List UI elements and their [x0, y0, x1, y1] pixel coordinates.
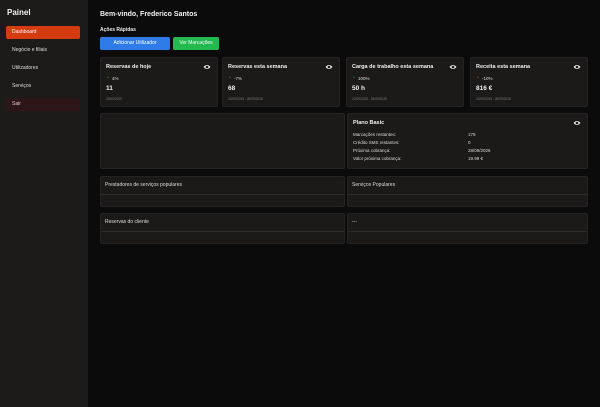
plan-row-label: Crédito SMS restantes:	[353, 140, 400, 145]
plan-row-value: 179	[468, 132, 476, 137]
add-user-button[interactable]: Adicionar Utilizador	[100, 37, 170, 50]
stat-value: 50 h	[352, 85, 366, 92]
divider	[101, 194, 344, 195]
plan-row-label: Próxima cobrança:	[353, 148, 391, 153]
sidebar-title: Painel	[7, 8, 31, 17]
eye-icon[interactable]	[573, 64, 581, 70]
sidebar-item-logout[interactable]: Sair	[6, 98, 80, 111]
stat-date: 22/09/2025 - 28/09/2025	[352, 97, 387, 101]
eye-icon[interactable]	[203, 64, 211, 70]
empty-card	[100, 113, 345, 169]
panel-title: Prestadores de serviços populares	[105, 182, 182, 188]
sidebar-item-users[interactable]: Utilizadores	[6, 62, 80, 75]
plan-row-label: Marcações restantes:	[353, 132, 397, 137]
stat-card-week-revenue: Receita esta semana ⌃ -10% 816 € 22/09/20…	[470, 57, 588, 107]
stat-change: 4%	[112, 76, 119, 81]
stat-value: 816 €	[476, 85, 493, 92]
divider	[348, 231, 587, 232]
plan-title: Plano Basic	[353, 120, 385, 126]
stat-value: 68	[228, 85, 236, 92]
stat-date: 22/09/2025 - 28/09/2025	[476, 97, 511, 101]
popular-providers-panel: Prestadores de serviços populares	[100, 176, 345, 207]
client-bookings-panel: Reservas do cliente	[100, 213, 345, 244]
popular-services-panel: Serviços Populares	[347, 176, 588, 207]
stat-title: Reservas de hoje	[106, 64, 152, 70]
sidebar: Painel Dashboard Negócio e filiais Utili…	[0, 0, 88, 407]
divider	[101, 231, 344, 232]
plan-row-label: Valor próxima cobrança:	[353, 156, 402, 161]
plan-row-value: 0	[468, 140, 471, 145]
divider	[348, 194, 587, 195]
stat-change: -7%	[234, 76, 243, 81]
sidebar-item-services[interactable]: Serviços	[6, 80, 80, 93]
stat-change: 100%	[358, 76, 370, 81]
stat-date: 29/09/2025	[106, 97, 122, 101]
panel-title: Reservas do cliente	[105, 219, 149, 225]
stat-title: Carga de trabalho esta semana	[352, 64, 434, 70]
sidebar-item-dashboard[interactable]: Dashboard	[6, 26, 80, 39]
stat-title: Receita esta semana	[476, 64, 531, 70]
main-content: Bem-vindo, Frederico Santos Ações Rápida…	[88, 0, 600, 407]
stat-card-week-workload: Carga de trabalho esta semana ⌃ 100% 50 h…	[346, 57, 464, 107]
stat-title: Reservas esta semana	[228, 64, 288, 70]
stat-card-today-bookings: Reservas de hoje ⌃ 4% 11 29/09/2025	[100, 57, 218, 107]
plan-row-value: 19.99 €	[468, 156, 484, 161]
sidebar-item-business-branches[interactable]: Negócio e filiais	[6, 44, 80, 57]
stat-card-week-bookings: Reservas esta semana ⌃ -7% 68 22/09/2025 …	[222, 57, 340, 107]
stat-change: -10%	[482, 76, 493, 81]
plan-row-value: 28/09/2026	[468, 148, 491, 153]
panel-title: Serviços Populares	[352, 182, 396, 188]
eye-icon[interactable]	[325, 64, 333, 70]
eye-icon[interactable]	[573, 120, 581, 126]
plan-card: Plano Basic Marcações restantes: 179 Cré…	[347, 113, 588, 169]
panel-title: ---	[352, 219, 357, 225]
view-bookings-button[interactable]: Ver Marcações	[173, 37, 219, 50]
stat-date: 22/09/2025 - 28/09/2025	[228, 97, 263, 101]
quick-actions-title: Ações Rápidas	[100, 27, 136, 33]
eye-icon[interactable]	[449, 64, 457, 70]
stat-value: 11	[106, 85, 113, 92]
placeholder-panel: ---	[347, 213, 588, 244]
page-title: Bem-vindo, Frederico Santos	[100, 11, 198, 18]
